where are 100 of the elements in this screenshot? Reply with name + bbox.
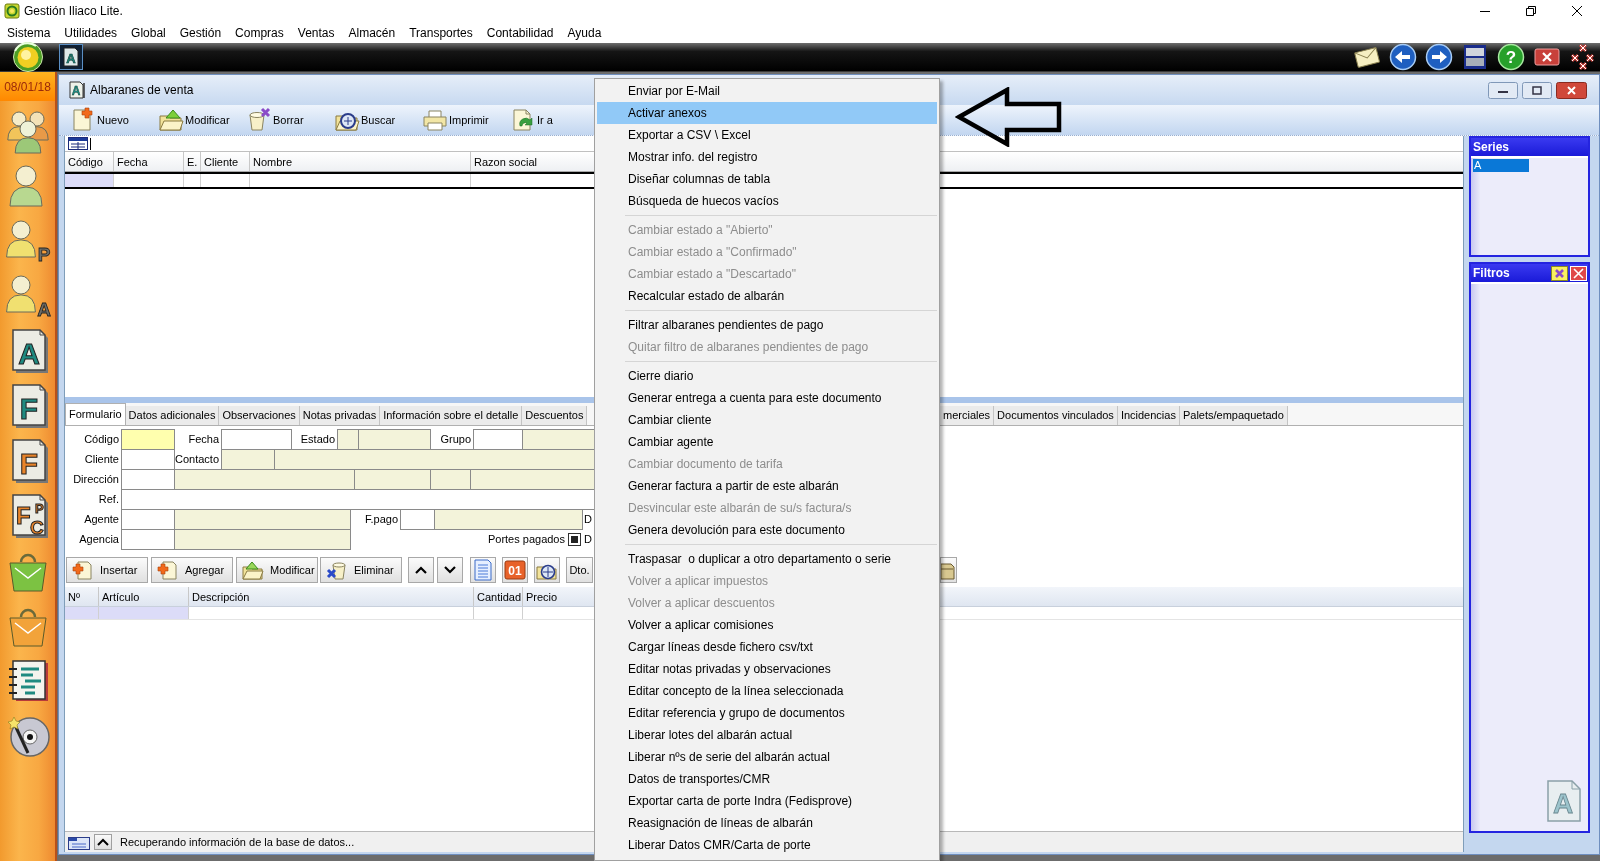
- toolbar-button[interactable]: [534, 557, 560, 583]
- menu-bar-item[interactable]: Sistema: [7, 24, 51, 41]
- list-item[interactable]: A: [1473, 159, 1529, 172]
- tab[interactable]: Incidencias: [1117, 406, 1180, 425]
- menu-item[interactable]: Generar factura a partir de este albarán: [597, 475, 937, 497]
- chevron-down-icon: [443, 565, 457, 575]
- menu-item[interactable]: Búsqueda de huecos vacíos: [597, 190, 937, 212]
- menu-item[interactable]: Generar entrega a cuenta para este documento: [597, 387, 937, 409]
- menu-item[interactable]: Enviar por E-Mail: [597, 80, 937, 102]
- input-field[interactable]: [221, 449, 275, 470]
- date-label: 08/01/18: [0, 72, 55, 101]
- input-field[interactable]: [121, 489, 595, 510]
- toolbar-button[interactable]: Nuevo: [70, 107, 129, 133]
- menu-bar-item[interactable]: Compras: [235, 24, 284, 41]
- document-arrow-icon: [510, 107, 536, 133]
- menu-item[interactable]: Liberar lotes del albarán actual: [597, 724, 937, 746]
- toolbar-button[interactable]: Borrar: [246, 107, 304, 133]
- tab[interactable]: Documentos vinculados: [994, 406, 1118, 425]
- tab[interactable]: Observaciones: [219, 406, 300, 425]
- menu-bar-item[interactable]: Utilidades: [64, 24, 118, 41]
- input-field[interactable]: [473, 429, 523, 450]
- menu-item[interactable]: Cambiar agente: [597, 431, 937, 453]
- input-field[interactable]: [400, 509, 435, 530]
- menu-item[interactable]: Mostrar info. del registro: [597, 146, 937, 168]
- menu-item[interactable]: Exportar a CSV \ Excel: [597, 124, 937, 146]
- menu-item[interactable]: Reasignación de líneas de albarán: [597, 812, 937, 834]
- new-document-icon: [157, 559, 179, 581]
- folder-icon[interactable]: [68, 834, 90, 850]
- menu-item[interactable]: Recalcular estado de albarán: [597, 285, 937, 307]
- menu-item[interactable]: Filtrar albaranes pendientes de pago: [597, 314, 937, 336]
- menu-item[interactable]: Editar referencia y grupo de documentos: [597, 702, 937, 724]
- box-icon: [941, 560, 955, 580]
- menu-bar-item[interactable]: Ayuda: [567, 24, 602, 41]
- input-field[interactable]: [274, 449, 595, 470]
- input-field[interactable]: [434, 509, 583, 530]
- menu-bar-item[interactable]: Ventas: [297, 24, 335, 41]
- menu-item[interactable]: Cierre diario: [597, 365, 937, 387]
- toolbar-button[interactable]: [408, 557, 434, 583]
- menu-item[interactable]: Exportar carta de porte Indra (Fedisprove): [597, 790, 937, 812]
- menu-bar-item[interactable]: Almacén: [348, 24, 396, 41]
- clear-filter-icon[interactable]: [1551, 265, 1568, 281]
- window-icon[interactable]: [68, 137, 88, 150]
- toolbar-button[interactable]: Insertar: [66, 557, 148, 583]
- toolbar-button[interactable]: Ir a: [510, 107, 553, 133]
- input-field[interactable]: [337, 429, 359, 450]
- tab[interactable]: Palets/empaquetado: [1179, 406, 1288, 425]
- menu-item[interactable]: Genera devolución para este documento: [597, 519, 937, 541]
- menu-item[interactable]: Cargar líneas desde fichero csv/txt: [597, 636, 937, 658]
- column-header: Artículo: [102, 590, 140, 603]
- input-field[interactable]: [121, 449, 175, 470]
- close-icon[interactable]: [1570, 265, 1587, 281]
- panel-title: Filtros: [1473, 266, 1510, 280]
- menu-bar-item[interactable]: Contabilidad: [486, 24, 554, 41]
- collapse-button[interactable]: [94, 834, 112, 850]
- close-button[interactable]: [1556, 81, 1587, 99]
- toolbar-button[interactable]: Agregar: [151, 557, 233, 583]
- input-field[interactable]: [174, 529, 351, 550]
- back-icon[interactable]: [1388, 43, 1418, 71]
- input-field[interactable]: [221, 429, 292, 450]
- tab[interactable]: Datos adicionales: [125, 406, 220, 425]
- menu-item[interactable]: Diseñar columnas de tabla: [597, 168, 937, 190]
- column-header: Código: [68, 155, 103, 168]
- tab[interactable]: merciales: [940, 406, 995, 425]
- forward-icon[interactable]: [1424, 43, 1454, 71]
- checkbox[interactable]: [568, 532, 581, 546]
- menu-item[interactable]: Editar notas privadas y observaciones: [597, 658, 937, 680]
- menu-bar-item[interactable]: Transportes: [409, 24, 473, 41]
- menu-item[interactable]: Activar anexos: [597, 102, 937, 124]
- folder-icon: [242, 559, 264, 581]
- toolbar-button[interactable]: Modificar: [236, 557, 318, 583]
- field-label: Grupo: [440, 433, 471, 445]
- toolbar-button[interactable]: Eliminar: [320, 557, 402, 583]
- toolbar-button[interactable]: [437, 557, 463, 583]
- minimize-button[interactable]: [1488, 81, 1518, 99]
- menu-item[interactable]: Datos de transportes/CMR: [597, 768, 937, 790]
- toolbar-button[interactable]: Modificar: [158, 107, 230, 133]
- column-header: Razon social: [474, 155, 537, 168]
- input-field[interactable]: [121, 429, 175, 450]
- tab[interactable]: Descuentos: [522, 406, 588, 425]
- menu-item[interactable]: Editar concepto de la línea seleccionada: [597, 680, 937, 702]
- menu-bar-item[interactable]: Global: [131, 24, 166, 41]
- column-header: Nombre: [253, 155, 293, 168]
- toolbar-button[interactable]: Imprimir: [422, 107, 489, 133]
- input-field[interactable]: [358, 429, 431, 450]
- tab[interactable]: Información sobre el detalle: [380, 406, 523, 425]
- input-field[interactable]: [121, 529, 175, 550]
- menu-item[interactable]: Liberar nºs de serie del albarán actual: [597, 746, 937, 768]
- field-label: D: [584, 533, 592, 545]
- toolbar-button[interactable]: Buscar: [334, 107, 396, 133]
- menu-bar-item[interactable]: Gestión: [179, 24, 222, 41]
- menu-item[interactable]: Traspasar o duplicar a otro departamento o serie: [597, 548, 937, 570]
- column-header: E.: [187, 155, 198, 168]
- menu-item[interactable]: Liberar Datos CMR/Carta de porte: [597, 834, 937, 856]
- tab[interactable]: Notas privadas: [299, 406, 381, 425]
- input-field[interactable]: [174, 509, 351, 530]
- document-icon[interactable]: A: [59, 44, 83, 70]
- tab[interactable]: Formulario: [65, 403, 126, 425]
- menu-item[interactable]: Cambiar cliente: [597, 409, 937, 431]
- menu-item[interactable]: Volver a aplicar comisiones: [597, 614, 937, 636]
- discount-button[interactable]: Dto.: [566, 557, 593, 583]
